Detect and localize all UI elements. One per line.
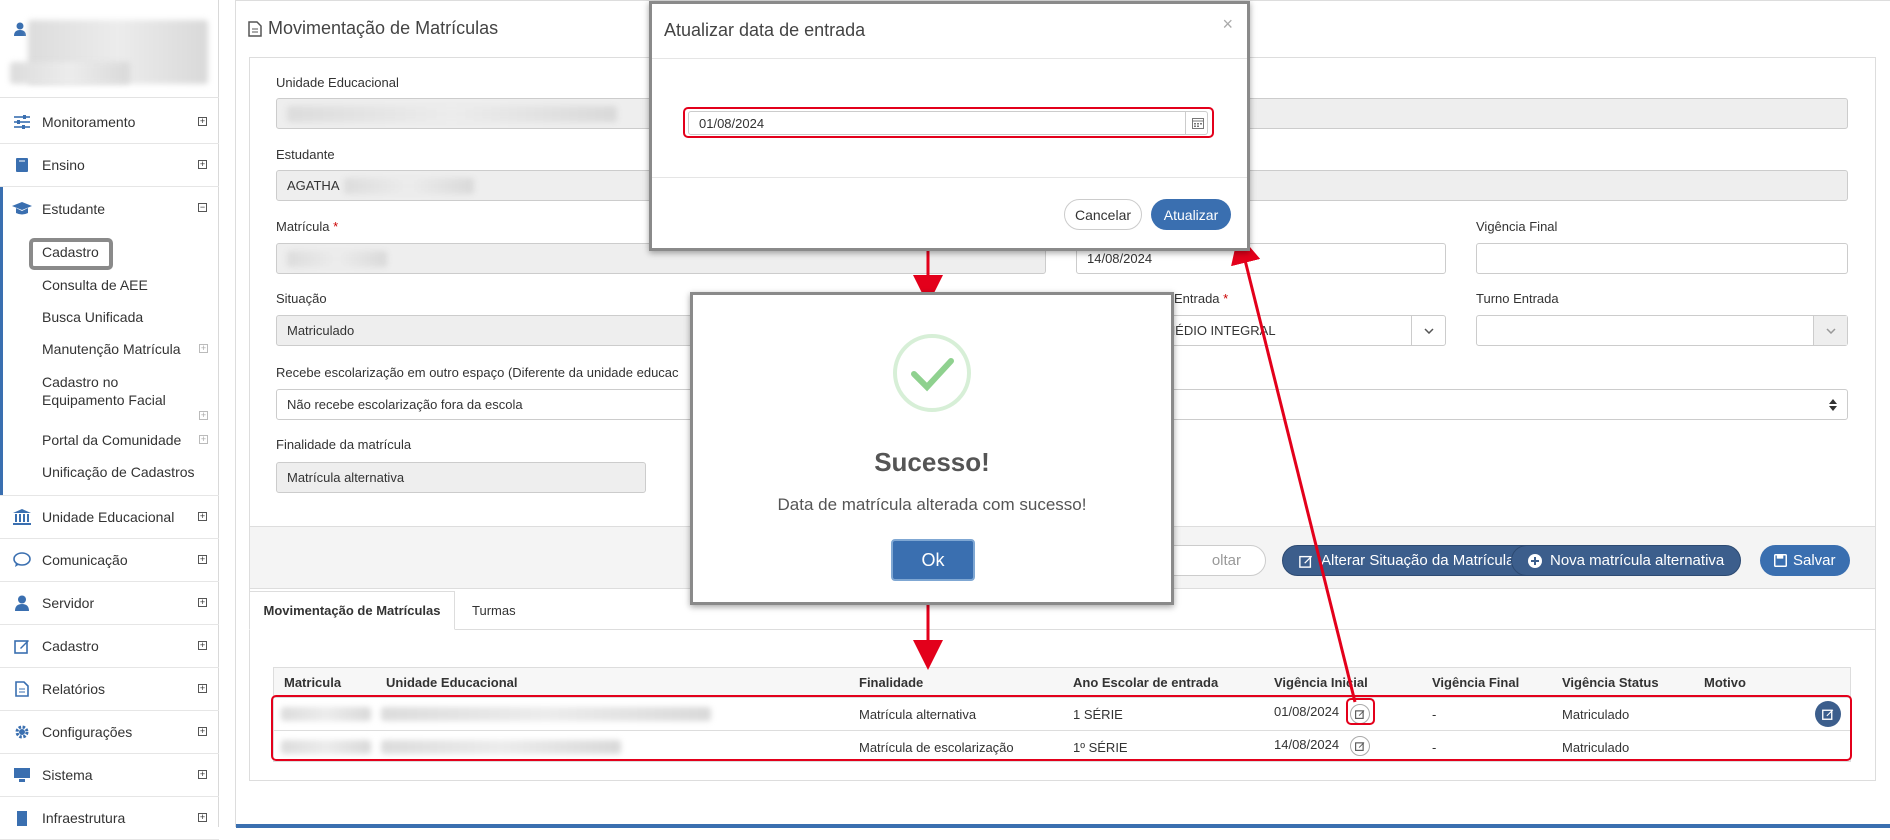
ok-label: Ok [921, 549, 945, 570]
update-date-modal: Atualizar data de entrada × 01/08/2024 C… [649, 1, 1250, 251]
update-label: Atualizar [1163, 206, 1219, 223]
success-message: Data de matrícula alterada com sucesso! [777, 495, 1087, 514]
update-button[interactable]: Atualizar [1151, 199, 1231, 230]
divider [652, 177, 1247, 178]
cancel-button[interactable]: Cancelar [1064, 199, 1142, 230]
divider [652, 58, 1247, 59]
success-title: Sucesso! [874, 447, 990, 477]
success-modal: Sucesso! Data de matrícula alterada com … [690, 292, 1174, 605]
success-check-icon [892, 333, 972, 413]
close-icon[interactable]: × [1222, 14, 1233, 35]
ok-button[interactable]: Ok [891, 539, 975, 581]
arrow-up-to-modal [1231, 233, 1357, 703]
cancel-label: Cancelar [1074, 206, 1132, 223]
modal-title: Atualizar data de entrada [664, 20, 866, 40]
date-input-highlight [683, 107, 1214, 138]
